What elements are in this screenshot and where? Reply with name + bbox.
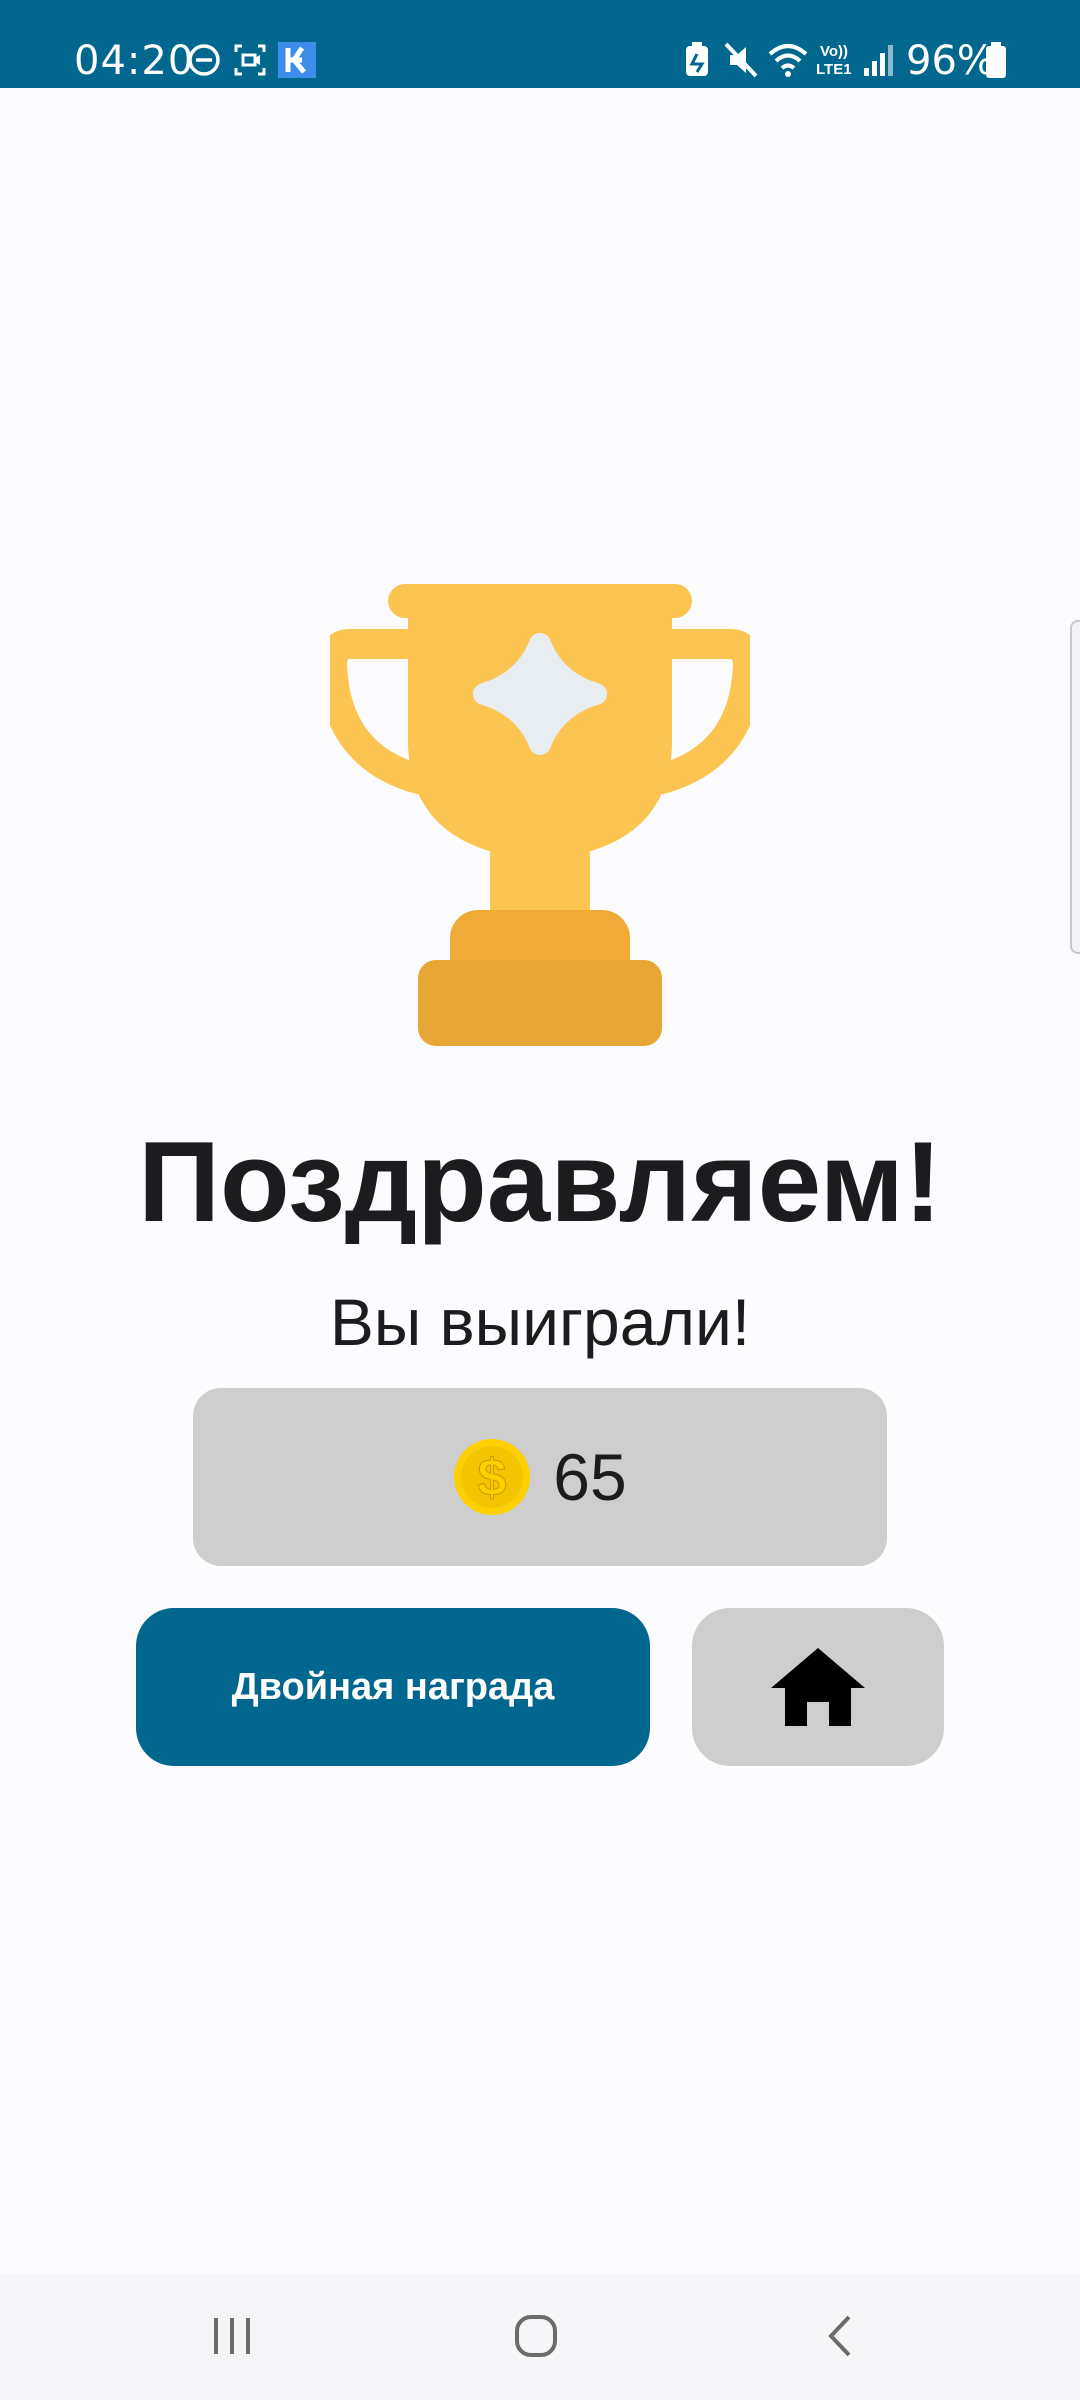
system-navigation-bar [0,2274,1080,2400]
home-circle-icon [515,2315,557,2357]
coin-icon: $ [454,1439,531,1515]
battery-icon [986,42,1006,78]
back-button[interactable] [800,2304,880,2368]
svg-text:LTE1: LTE1 [816,61,852,78]
reward-card: $ 65 [193,1388,887,1566]
battery-saver-icon [686,42,708,76]
reward-amount: 65 [553,1440,627,1514]
home-icon [771,1648,865,1726]
screen-capture-icon [234,44,266,76]
home-button[interactable] [692,1608,944,1766]
volte-lte-icon: Vo)) LTE1 [816,43,852,78]
status-bar: 04:20 Vo)) LTE1 96% [0,0,1080,88]
svg-text:Vo)): Vo)) [820,43,848,60]
trophy-icon [330,584,750,1046]
double-reward-button[interactable]: Двойная награда [136,1608,650,1766]
recent-apps-icon [214,2318,250,2354]
app-notification-icon [278,42,316,78]
back-icon [828,2315,851,2357]
home-nav-button[interactable] [496,2304,576,2368]
recent-apps-button[interactable] [192,2304,272,2368]
signal-strength-icon [864,45,893,76]
status-time: 04:20 [74,38,195,84]
battery-percent: 96% [906,38,995,84]
svg-text:$: $ [478,1449,507,1507]
edge-panel-handle[interactable] [1070,620,1080,954]
screen: 04:20 Vo)) LTE1 96% Поздравляем! Вы выиг… [0,0,1080,2400]
mute-icon [724,42,758,78]
wifi-icon [768,44,808,77]
do-not-disturb-icon [188,44,220,76]
congratulations-title: Поздравляем! [138,1119,942,1246]
you-won-subtitle: Вы выиграли! [329,1285,751,1359]
